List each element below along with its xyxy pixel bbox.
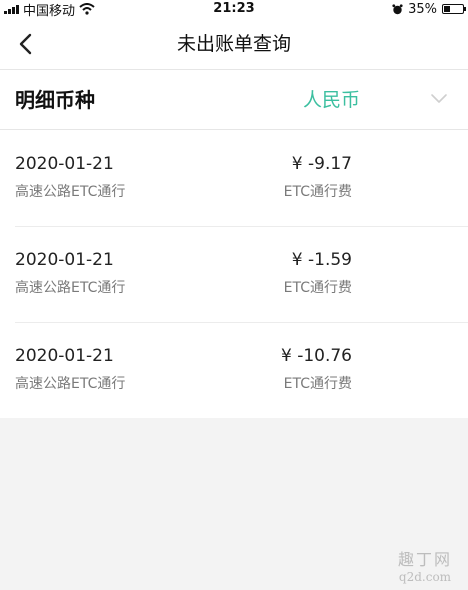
- transaction-type: ETC通行费: [283, 280, 352, 296]
- watermark-title: 趣丁网: [397, 550, 452, 569]
- currency-value: 人民币: [302, 89, 360, 111]
- transaction-date: 2020-01-21: [15, 250, 114, 270]
- transaction-description: 高速公路ETC通行: [15, 184, 126, 200]
- page-title: 未出账单查询: [176, 33, 291, 55]
- watermark-url: q2d.com: [398, 570, 452, 584]
- transaction-date: 2020-01-21: [15, 346, 114, 366]
- transaction-type: ETC通行费: [283, 376, 352, 392]
- transaction-amount: ¥ -9.17: [291, 154, 352, 174]
- transaction-amount: ¥ -10.76: [280, 346, 352, 366]
- chevron-down-icon: [431, 94, 447, 103]
- nav-bar: 未出账单查询: [0, 18, 468, 70]
- currency-label: 明细币种: [15, 88, 95, 112]
- battery-level: [444, 6, 450, 12]
- transaction-list: 2020-01-21 高速公路ETC通行 ¥ -9.17 ETC通行费 2020…: [0, 130, 468, 418]
- battery-percent: 35%: [408, 1, 437, 17]
- transaction-description: 高速公路ETC通行: [15, 376, 126, 392]
- transaction-row[interactable]: 2020-01-21 高速公路ETC通行 ¥ -9.17 ETC通行费: [0, 130, 468, 226]
- transaction-amount: ¥ -1.59: [291, 250, 352, 270]
- transaction-description: 高速公路ETC通行: [15, 280, 126, 296]
- status-right: 35%: [392, 0, 466, 18]
- alarm-icon: [392, 3, 403, 14]
- transaction-row[interactable]: 2020-01-21 高速公路ETC通行 ¥ -1.59 ETC通行费: [0, 226, 468, 322]
- transaction-date: 2020-01-21: [15, 154, 114, 174]
- status-bar: 中国移动 21:23 35%: [0, 0, 468, 19]
- transaction-row[interactable]: 2020-01-21 高速公路ETC通行 ¥ -10.76 ETC通行费: [0, 322, 468, 418]
- battery-icon: [442, 4, 466, 14]
- watermark-logo: 趣丁网 q2d.com: [390, 546, 460, 584]
- transaction-type: ETC通行费: [283, 184, 352, 200]
- currency-selector[interactable]: 明细币种 人民币: [0, 70, 468, 130]
